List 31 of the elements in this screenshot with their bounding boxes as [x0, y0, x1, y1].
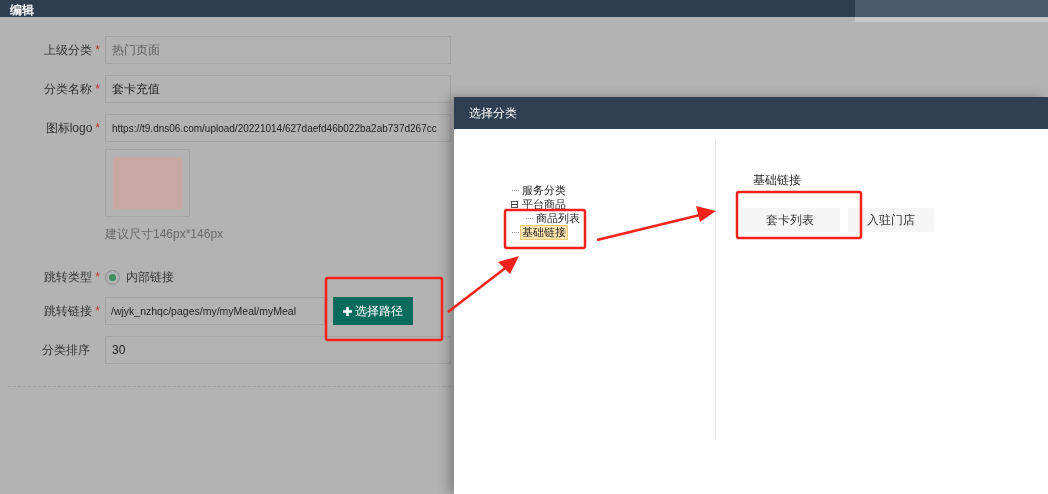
- text-field[interactable]: https://t9.dns06.com/upload/20221014/627daefd46b022ba2ab737d267cc: [105, 114, 451, 142]
- field-label: 跳转类型: [44, 269, 93, 286]
- dialog-title: 选择分类: [469, 105, 517, 122]
- collapse-icon[interactable]: [511, 200, 518, 208]
- field-label: 图标logo: [45, 120, 93, 137]
- field-label: 分类排序: [42, 342, 90, 359]
- link-option-button[interactable]: 套卡列表: [740, 208, 840, 232]
- required-mark: *: [95, 120, 100, 137]
- plus-icon: [343, 306, 352, 316]
- link-option-button[interactable]: 入驻门店: [848, 208, 934, 232]
- tree-item[interactable]: 服务分类: [520, 182, 568, 198]
- field-label: 上级分类: [44, 42, 93, 59]
- section-title: 基础链接: [753, 172, 802, 189]
- required-mark: *: [95, 42, 100, 59]
- size-hint: 建议尺寸146px*146px: [105, 226, 224, 243]
- text-field[interactable]: 热门页面: [105, 36, 451, 64]
- required-mark: *: [95, 303, 100, 320]
- tree-item[interactable]: 平台商品: [520, 196, 568, 212]
- choose-path-button[interactable]: 选择路径: [333, 297, 413, 325]
- radio-label: 内部链接: [126, 269, 174, 286]
- required-mark: *: [95, 269, 100, 286]
- required-mark: *: [95, 81, 100, 98]
- text-field[interactable]: 30: [105, 336, 451, 364]
- tree-item[interactable]: 基础链接: [520, 224, 568, 240]
- field-label: 分类名称: [44, 81, 93, 98]
- text-field[interactable]: 套卡充值: [105, 75, 451, 103]
- field-label: 跳转链接: [44, 303, 93, 320]
- annotation-arrow: [447, 256, 519, 313]
- page-title: 编辑: [10, 3, 34, 17]
- tree-item[interactable]: 商品列表: [534, 210, 582, 226]
- text-field[interactable]: /wjyk_nzhqc/pages/my/myMeal/myMeal: [105, 297, 325, 325]
